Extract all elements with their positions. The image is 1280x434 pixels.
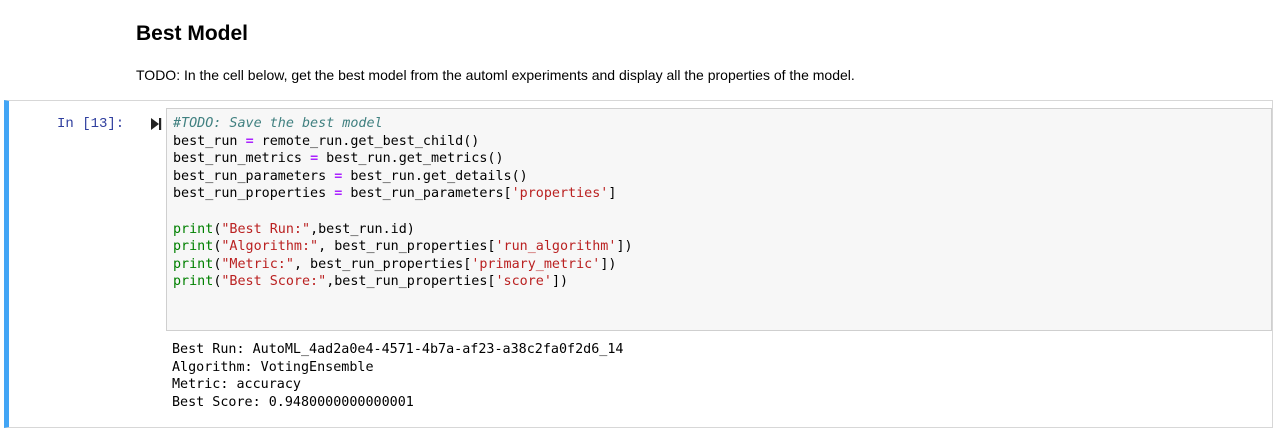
code-line: best_run = remote_run.get_best_child() — [173, 133, 1265, 151]
code-operator: = — [310, 151, 319, 167]
section-heading: Best Model — [136, 22, 249, 45]
code-line: print("Metric:", best_run_properties['pr… — [173, 256, 1265, 274]
code-string: 'run_algorithm' — [495, 239, 617, 255]
code-token: best_run — [173, 133, 238, 149]
code-token: ]) — [616, 239, 633, 255]
output-line: Metric: accuracy — [172, 377, 301, 393]
code-builtin: print — [173, 256, 214, 272]
code-string: "Best Run:" — [221, 221, 311, 237]
output-line: Algorithm: VotingEnsemble — [172, 359, 374, 375]
code-token: , best_run_properties[ — [293, 256, 472, 272]
code-token: best_run_properties — [173, 186, 327, 202]
code-line: best_run_metrics = best_run.get_metrics(… — [173, 150, 1265, 168]
input-prompt: In [13]: — [57, 116, 125, 132]
code-string: "Metric:" — [221, 256, 294, 272]
code-line: best_run_parameters = best_run.get_detai… — [173, 168, 1265, 186]
code-line: print("Best Run:",best_run.id) — [173, 221, 1265, 239]
code-token: best_run_parameters — [173, 168, 327, 184]
code-builtin: print — [173, 239, 214, 255]
todo-text: TODO: In the cell below, get the best mo… — [136, 67, 855, 83]
code-token: best_run_metrics — [173, 151, 302, 167]
code-string: 'properties' — [511, 186, 609, 202]
output-line: Best Run: AutoML_4ad2a0e4-4571-4b7a-af23… — [172, 342, 624, 357]
code-line: best_run_properties = best_run_parameter… — [173, 185, 1265, 203]
cell-output: Best Run: AutoML_4ad2a0e4-4571-4b7a-af23… — [172, 341, 623, 411]
code-operator: = — [245, 133, 254, 149]
code-token: ,best_run.id) — [310, 221, 415, 237]
code-comment: #TODO: Save the best model — [173, 116, 383, 131]
code-editor[interactable]: #TODO: Save the best model best_run = rem… — [166, 108, 1272, 331]
code-block: #TODO: Save the best model best_run = rem… — [173, 115, 1265, 291]
run-step-icon[interactable] — [150, 116, 164, 132]
code-token: , best_run_properties[ — [318, 239, 496, 255]
output-line: Best Score: 0.9480000000000001 — [172, 394, 414, 410]
code-token: ] — [608, 186, 617, 202]
code-cell[interactable]: In [13]: #TODO: Save the best model best_… — [4, 100, 1273, 428]
code-token: best_run.get_details() — [342, 168, 528, 184]
code-string: 'score' — [495, 274, 552, 290]
code-token: best_run.get_metrics() — [318, 151, 504, 167]
code-line: print("Best Score:",best_run_properties[… — [173, 273, 1265, 291]
code-token: ]) — [551, 274, 569, 290]
code-string: "Best Score:" — [221, 274, 327, 290]
code-builtin: print — [173, 274, 214, 290]
code-token: ]) — [600, 256, 617, 272]
markdown-cell[interactable]: Best Model TODO: In the cell below, get … — [136, 18, 1266, 85]
code-token: ,best_run_properties[ — [326, 274, 496, 290]
code-string: "Algorithm:" — [221, 239, 319, 255]
code-builtin: print — [173, 221, 214, 237]
code-string: 'primary_metric' — [471, 256, 601, 272]
code-line: #TODO: Save the best model — [173, 115, 1265, 133]
output-text: Best Run: AutoML_4ad2a0e4-4571-4b7a-af23… — [172, 341, 623, 411]
code-line: print("Algorithm:", best_run_properties[… — [173, 238, 1265, 256]
code-token: best_run_parameters[ — [342, 186, 512, 202]
code-token: remote_run.get_best_child() — [253, 133, 480, 149]
